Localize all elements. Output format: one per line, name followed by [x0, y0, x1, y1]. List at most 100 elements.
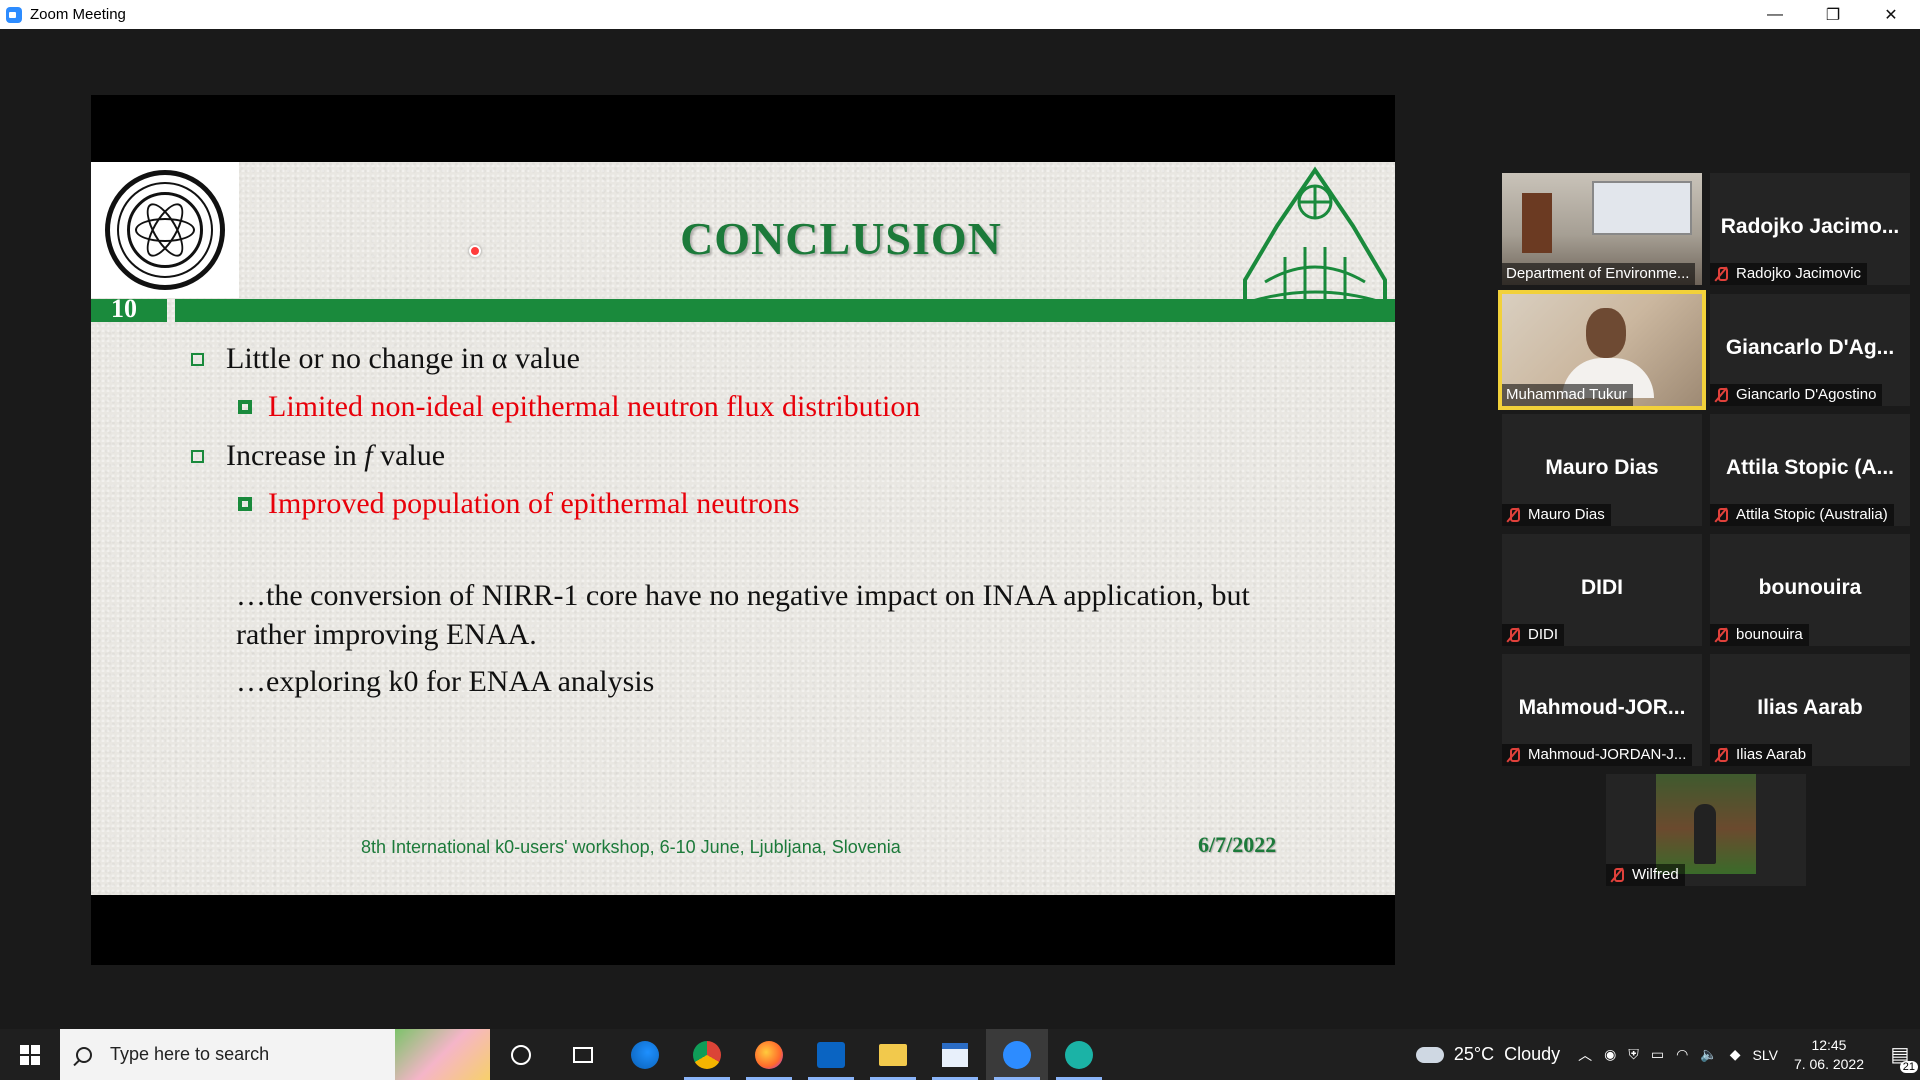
clock-date: 7. 06. 2022	[1793, 1055, 1864, 1072]
paragraph-1-line-1: …the conversion of NIRR-1 core have no n…	[236, 579, 1250, 612]
window-titlebar: Zoom Meeting — ❐ ✕	[0, 0, 1920, 29]
eset-icon	[1065, 1040, 1093, 1069]
zoom-icon	[1003, 1040, 1031, 1069]
taskbar-search-box[interactable]: Type here to search	[60, 1029, 490, 1080]
participant-tile[interactable]: DIDI DIDI	[1502, 534, 1702, 646]
cert-logo	[91, 162, 239, 298]
conclusion-paragraph-1: …the conversion of NIRR-1 core have no n…	[236, 576, 1250, 654]
participant-name-label: Giancarlo D'Agostino	[1710, 384, 1883, 406]
participant-tile[interactable]: Wilfred	[1606, 774, 1806, 886]
bullet-1: Little or no change in α value	[191, 342, 580, 376]
sub-bullet-1-text: Limited non-ideal epithermal neutron flu…	[268, 390, 921, 423]
outlook-icon	[817, 1041, 845, 1068]
taskbar-clock[interactable]: 12:45 7. 06. 2022	[1794, 1036, 1864, 1074]
restore-button[interactable]: ❐	[1804, 0, 1862, 29]
edge-button[interactable]	[614, 1029, 676, 1080]
muted-mic-icon	[1714, 387, 1728, 403]
participant-tile[interactable]: Ilias Aarab Ilias Aarab	[1710, 654, 1910, 766]
bullet-2-text-prefix: Increase in	[226, 439, 365, 472]
weather-widget[interactable]: 25°C Cloudy	[1415, 1044, 1561, 1065]
participant-tile[interactable]: Mauro Dias Mauro Dias	[1502, 414, 1702, 526]
search-placeholder: Type here to search	[110, 1044, 270, 1064]
clock-time: 12:45	[1811, 1036, 1847, 1053]
language-indicator[interactable]: SLV	[1753, 1047, 1778, 1063]
task-view-button[interactable]	[552, 1029, 614, 1080]
participant-name-label: Mauro Dias	[1502, 504, 1611, 526]
start-button[interactable]	[0, 1029, 60, 1080]
zoom-app-icon	[6, 6, 22, 23]
participant-tile[interactable]: bounouira bounouira	[1710, 534, 1910, 646]
muted-mic-icon	[1714, 266, 1728, 282]
zoom-button[interactable]	[986, 1029, 1048, 1080]
notification-count-badge: 21	[1899, 1061, 1918, 1073]
participant-display-name: DIDI	[1581, 576, 1623, 599]
eset-button[interactable]	[1048, 1029, 1110, 1080]
muted-mic-icon	[1506, 507, 1520, 523]
participant-name-label: Attila Stopic (Australia)	[1710, 504, 1894, 526]
eset-tray-icon[interactable]: ◉	[1604, 1046, 1616, 1063]
slide-footer: 8th International k0-users' workshop, 6-…	[361, 837, 901, 857]
bullet-2-text-italic: f	[364, 439, 373, 472]
participant-display-name: Mahmoud-JOR...	[1518, 696, 1686, 719]
muted-mic-icon	[1714, 507, 1728, 523]
shield-icon[interactable]: ⛨	[1628, 1046, 1639, 1063]
participant-tile[interactable]: Mahmoud-JOR... Mahmoud-JORDAN-J...	[1502, 654, 1702, 766]
notification-center-button[interactable]: ▤ 21	[1880, 1042, 1920, 1073]
sub-bullet-2: Improved population of epithermal neutro…	[238, 487, 800, 521]
muted-mic-icon	[1506, 747, 1520, 763]
weather-text: 25°C Cloudy	[1453, 1044, 1561, 1064]
task-view-icon	[573, 1046, 593, 1063]
bullet-square-icon	[191, 449, 204, 463]
participant-display-name: Mauro Dias	[1545, 456, 1659, 479]
sub-bullet-square-icon	[238, 497, 252, 511]
outlook-button[interactable]	[800, 1029, 862, 1080]
notepad-button[interactable]	[924, 1029, 986, 1080]
cortana-icon	[511, 1044, 531, 1065]
participant-display-name: bounouira	[1758, 576, 1862, 599]
muted-mic-icon	[1714, 747, 1728, 763]
chrome-icon	[693, 1040, 721, 1069]
network-icon[interactable]: ◠	[1676, 1046, 1688, 1063]
bullet-2-text-suffix: value	[372, 439, 446, 472]
bullet-2: Increase in f value	[191, 439, 445, 473]
file-explorer-icon	[879, 1043, 907, 1066]
slide-date: 6/7/2022	[1198, 832, 1277, 857]
participant-tile[interactable]: Giancarlo D'Ag... Giancarlo D'Agostino	[1710, 294, 1910, 406]
cortana-button[interactable]	[490, 1029, 552, 1080]
cert-seal-icon	[105, 170, 225, 290]
abu-logo-icon	[1243, 166, 1387, 314]
participant-display-name: Giancarlo D'Ag...	[1725, 336, 1895, 359]
participant-display-name: Radojko Jacimo...	[1720, 215, 1900, 238]
participant-name-label: Radojko Jacimovic	[1710, 263, 1868, 285]
edge-icon	[631, 1040, 659, 1069]
minimize-button[interactable]: —	[1746, 0, 1804, 29]
chevron-up-icon[interactable]: ︿	[1578, 1045, 1592, 1065]
sub-bullet-2-text: Improved population of epithermal neutro…	[268, 487, 800, 520]
file-explorer-button[interactable]	[862, 1029, 924, 1080]
participant-name-label: bounouira	[1710, 624, 1809, 646]
sub-bullet-1: Limited non-ideal epithermal neutron flu…	[238, 390, 920, 424]
firefox-button[interactable]	[738, 1029, 800, 1080]
bullet-square-icon	[191, 352, 204, 366]
window-controls: — ❐ ✕	[1746, 0, 1920, 29]
shared-screen[interactable]: CONCLUSION 10 Little or no change in α v…	[91, 95, 1395, 965]
system-tray: 25°C Cloudy ︿ ◉ ⛨ ▭ ◠ 🔈 ◆ SLV 12:45 7. 0…	[1415, 1029, 1920, 1080]
dropbox-icon[interactable]: ◆	[1730, 1046, 1741, 1063]
battery-icon[interactable]: ▭	[1651, 1046, 1664, 1063]
participant-display-name: Attila Stopic (A...	[1726, 456, 1894, 479]
muted-mic-icon	[1506, 627, 1520, 643]
participant-name-label: Muhammad Tukur	[1502, 384, 1633, 406]
muted-mic-icon	[1714, 627, 1728, 643]
presentation-slide: CONCLUSION 10 Little or no change in α v…	[91, 162, 1395, 895]
participant-tile[interactable]: Radojko Jacimo... Radojko Jacimovic	[1710, 173, 1910, 285]
conclusion-paragraph-2: …exploring k0 for ENAA analysis	[236, 665, 655, 698]
search-highlight-art	[395, 1029, 490, 1080]
slide-number: 10	[111, 294, 137, 323]
close-button[interactable]: ✕	[1862, 0, 1920, 29]
participant-tile[interactable]: Department of Environme...	[1502, 173, 1702, 285]
chrome-button[interactable]	[676, 1029, 738, 1080]
muted-mic-icon	[1610, 867, 1624, 883]
participant-tile[interactable]: Attila Stopic (A... Attila Stopic (Austr…	[1710, 414, 1910, 526]
participant-tile-active-speaker[interactable]: Muhammad Tukur	[1498, 290, 1706, 410]
volume-icon[interactable]: 🔈	[1700, 1046, 1717, 1063]
